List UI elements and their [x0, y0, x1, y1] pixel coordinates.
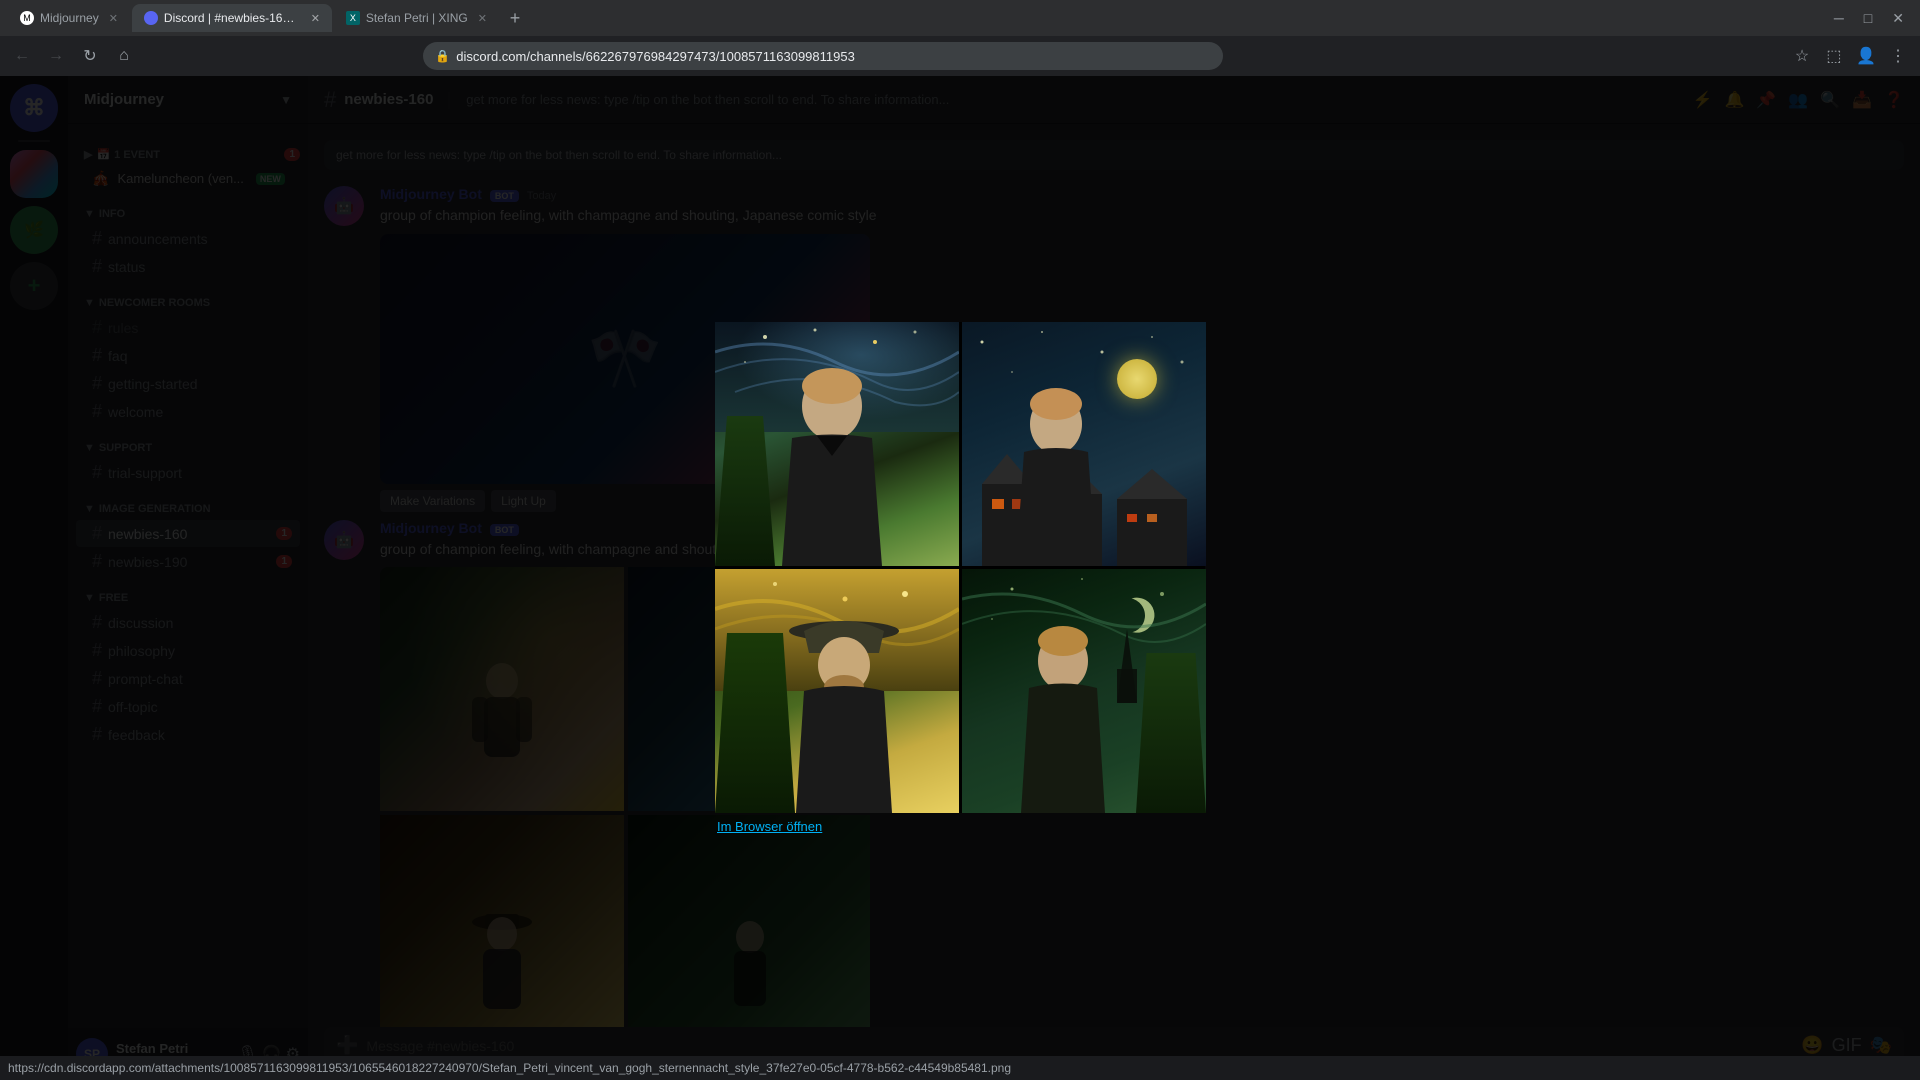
person-overlay-3 — [764, 603, 924, 813]
open-in-browser-link[interactable]: Im Browser öffnen — [715, 819, 1205, 834]
person-overlay-4 — [991, 623, 1136, 813]
status-bar: https://cdn.discordapp.com/attachments/1… — [0, 1056, 1920, 1080]
modal-img-bottom-left[interactable] — [715, 569, 959, 813]
tab-xing-close[interactable]: ✕ — [478, 12, 487, 25]
forward-button[interactable]: → — [42, 42, 70, 70]
modal-image-grid[interactable] — [715, 322, 1205, 813]
tab-midjourney-close[interactable]: ✕ — [109, 12, 118, 25]
bookmark-icon[interactable]: ☆ — [1788, 42, 1816, 70]
midjourney-favicon: M — [20, 11, 34, 25]
tab-bar: M Midjourney ✕ Discord | #newbies-160 | … — [0, 0, 1920, 36]
tab-discord-close[interactable]: ✕ — [311, 12, 320, 25]
window-controls: ─ □ ✕ — [1826, 10, 1912, 27]
address-text: discord.com/channels/662267976984297473/… — [456, 49, 855, 64]
modal-overlay[interactable]: Im Browser öffnen — [0, 76, 1920, 1080]
tab-discord[interactable]: Discord | #newbies-160 | Mid... ✕ — [132, 4, 332, 32]
security-lock-icon: 🔒 — [435, 49, 450, 63]
tab-midjourney-title: Midjourney — [40, 11, 99, 25]
minimize-button[interactable]: ─ — [1826, 10, 1852, 26]
address-bar-row: ← → ↻ ⌂ 🔒 discord.com/channels/662267976… — [0, 36, 1920, 76]
account-icon[interactable]: 👤 — [1852, 42, 1880, 70]
maximize-button[interactable]: □ — [1856, 10, 1880, 26]
address-bar[interactable]: 🔒 discord.com/channels/66226797698429747… — [423, 42, 1223, 70]
person-svg-2 — [986, 386, 1126, 566]
person-overlay-1 — [752, 366, 912, 566]
browser-chrome: M Midjourney ✕ Discord | #newbies-160 | … — [0, 0, 1920, 76]
new-tab-button[interactable]: + — [501, 4, 529, 32]
more-options-icon[interactable]: ⋮ — [1884, 42, 1912, 70]
tree-green-right — [1136, 653, 1206, 813]
tab-xing[interactable]: X Stefan Petri | XING ✕ — [334, 4, 499, 32]
tab-discord-title: Discord | #newbies-160 | Mid... — [164, 11, 301, 25]
modal-image-container: Im Browser öffnen — [715, 322, 1205, 834]
xing-favicon: X — [346, 11, 360, 25]
person-overlay-2 — [986, 386, 1126, 566]
modal-img-bottom-right[interactable] — [962, 569, 1206, 813]
person-svg-3 — [764, 603, 924, 813]
tab-midjourney[interactable]: M Midjourney ✕ — [8, 4, 130, 32]
modal-img-top-right[interactable] — [962, 322, 1206, 566]
home-button[interactable]: ⌂ — [110, 42, 138, 70]
close-window-button[interactable]: ✕ — [1884, 10, 1912, 27]
discord-favicon — [144, 11, 158, 25]
extensions-icon[interactable]: ⬚ — [1820, 42, 1848, 70]
back-button[interactable]: ← — [8, 42, 36, 70]
tab-xing-title: Stefan Petri | XING — [366, 11, 468, 25]
person-svg-1 — [752, 366, 912, 566]
modal-img-top-left[interactable] — [715, 322, 959, 566]
reload-button[interactable]: ↻ — [76, 42, 104, 70]
person-svg-4 — [991, 623, 1136, 813]
status-bar-url: https://cdn.discordapp.com/attachments/1… — [8, 1061, 1011, 1075]
browser-toolbar: ☆ ⬚ 👤 ⋮ — [1788, 42, 1912, 70]
